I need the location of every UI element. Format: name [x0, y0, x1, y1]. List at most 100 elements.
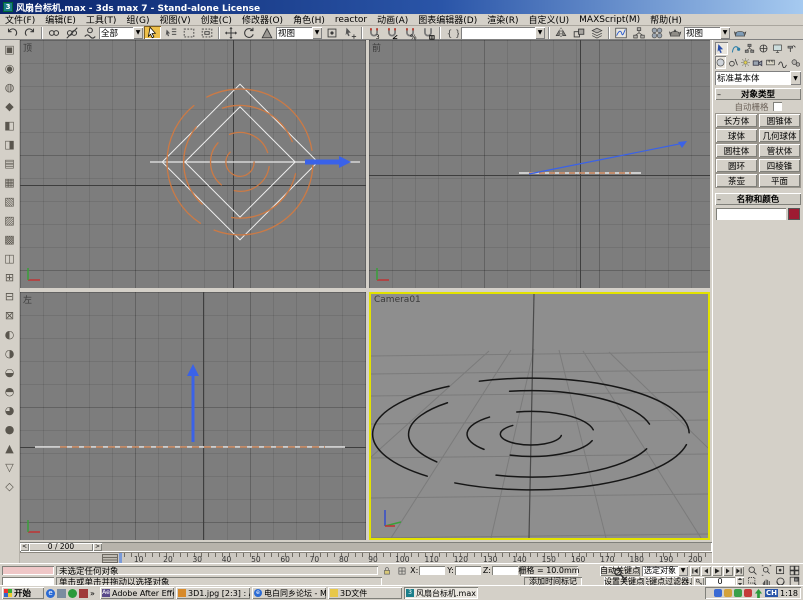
dropdown-arrow-icon[interactable]: ▼ [312, 27, 322, 39]
snap-toggle-3d-icon[interactable]: 3 [365, 26, 382, 39]
left-toolbar-icon[interactable]: ● [2, 422, 17, 437]
previous-frame-icon[interactable] [701, 566, 711, 576]
left-toolbar-icon[interactable]: ▨ [2, 213, 17, 228]
object-color-swatch[interactable] [788, 208, 800, 220]
left-toolbar-icon[interactable]: ◍ [2, 80, 17, 95]
layer-manager-icon[interactable] [588, 26, 605, 39]
spinner-snap-icon[interactable] [419, 26, 436, 39]
tab-create[interactable] [715, 42, 728, 55]
tube-button[interactable]: 管状体 [759, 144, 800, 157]
primitive-category-dropdown[interactable]: 标准基本体 ▼ [715, 71, 801, 85]
top-view-scene[interactable] [20, 40, 366, 288]
task-folder-3d[interactable]: 3D文件 [328, 587, 402, 599]
menu-item-animation[interactable]: 动画(A) [372, 13, 413, 26]
left-toolbar-icon[interactable]: ◕ [2, 403, 17, 418]
ime-indicator[interactable]: CH [765, 589, 778, 597]
task-ie-forum[interactable]: e电白同乡论坛 - Microsof... [252, 587, 326, 599]
collapse-icon[interactable]: – [717, 90, 721, 99]
ie-quicklaunch-icon[interactable]: e [46, 589, 55, 598]
zoom-extents-icon[interactable] [774, 566, 787, 576]
dropdown-arrow-icon[interactable]: ▼ [678, 566, 688, 576]
previous-frame-icon[interactable]: < [20, 543, 29, 551]
viewport-left[interactable]: 左 [20, 292, 366, 540]
window-crossing-icon[interactable] [198, 26, 215, 39]
absolute-offset-toggle-icon[interactable] [395, 566, 408, 576]
left-toolbar-icon[interactable]: ◒ [2, 365, 17, 380]
menu-item-views[interactable]: 视图(V) [154, 13, 195, 26]
next-frame-icon[interactable] [723, 566, 733, 576]
viewport-label-left[interactable]: 左 [23, 293, 32, 306]
select-and-scale-icon[interactable] [258, 26, 275, 39]
quicklaunch-icon[interactable] [79, 589, 88, 598]
dropdown-arrow-icon[interactable]: ▼ [720, 27, 730, 39]
select-and-manipulate-icon[interactable] [341, 26, 358, 39]
viewport-camera[interactable]: Camera01 [369, 292, 710, 540]
left-toolbar-icon[interactable]: ▧ [2, 194, 17, 209]
left-toolbar-icon[interactable]: ◇ [2, 479, 17, 494]
select-and-link-icon[interactable] [45, 26, 62, 39]
tab-utilities[interactable] [785, 42, 798, 55]
viewport-label-front[interactable]: 前 [372, 41, 381, 54]
zoom-all-icon[interactable] [760, 566, 773, 576]
menu-item-group[interactable]: 组(G) [121, 13, 154, 26]
select-object-icon[interactable] [144, 26, 161, 39]
viewport-label-top[interactable]: 顶 [23, 41, 32, 54]
unlink-selection-icon[interactable] [63, 26, 80, 39]
zoom-extents-all-icon[interactable] [788, 566, 801, 576]
left-toolbar-icon[interactable]: ▩ [2, 232, 17, 247]
y-field[interactable] [455, 566, 481, 575]
menu-item-maxscript[interactable]: MAXScript(M) [574, 15, 645, 25]
bind-to-space-warp-icon[interactable] [81, 26, 98, 39]
material-editor-icon[interactable] [648, 26, 665, 39]
name-color-rollout-header[interactable]: –名称和颜色 [715, 193, 801, 205]
show-desktop-icon[interactable] [57, 589, 66, 598]
mini-curve-editor-icon[interactable] [102, 554, 118, 563]
time-slider[interactable]: < 0 / 200 > [20, 542, 712, 552]
left-toolbar-icon[interactable]: ⊞ [2, 270, 17, 285]
collapse-icon[interactable]: – [717, 195, 721, 204]
camera-line[interactable] [529, 143, 684, 174]
menu-item-help[interactable]: 帮助(H) [645, 13, 687, 26]
tab-modify[interactable] [729, 42, 742, 55]
select-and-move-icon[interactable] [222, 26, 239, 39]
clock[interactable]: 1:18 [780, 589, 798, 598]
camera-view-scene[interactable] [371, 294, 708, 538]
render-scene-icon[interactable] [666, 26, 683, 39]
rectangular-selection-region-icon[interactable] [180, 26, 197, 39]
use-pivot-center-icon[interactable] [323, 26, 340, 39]
torus-button[interactable]: 圆环 [716, 159, 757, 172]
render-type-dropdown[interactable]: 视图▼ [684, 27, 730, 39]
menu-item-edit[interactable]: 编辑(E) [40, 13, 81, 26]
left-toolbar-icon[interactable]: ▲ [2, 441, 17, 456]
menu-item-create[interactable]: 创建(C) [196, 13, 237, 26]
box-button[interactable]: 长方体 [716, 114, 757, 127]
quick-render-icon[interactable] [731, 26, 748, 39]
menu-item-rendering[interactable]: 渲染(R) [482, 13, 523, 26]
schematic-view-icon[interactable] [630, 26, 647, 39]
left-toolbar-icon[interactable]: ◆ [2, 99, 17, 114]
track-bar[interactable]: 1020304050607080901001101201301401501601… [20, 552, 712, 563]
media-player-icon[interactable] [68, 589, 77, 598]
left-toolbar-icon[interactable]: ◐ [2, 327, 17, 342]
left-toolbar-icon[interactable]: ▤ [2, 156, 17, 171]
left-toolbar-icon[interactable]: ◫ [2, 251, 17, 266]
selection-set-dropdown[interactable]: 选定对象▼ [642, 566, 688, 576]
plane-button[interactable]: 平面 [759, 174, 800, 187]
maxscript-listener-pink[interactable] [2, 566, 54, 575]
set-key-icon[interactable] [612, 566, 630, 584]
percent-snap-icon[interactable]: % [401, 26, 418, 39]
time-slider-handle[interactable]: 0 / 200 [29, 543, 93, 551]
left-view-scene[interactable] [20, 292, 366, 540]
curve-editor-icon[interactable] [612, 26, 629, 39]
left-toolbar-icon[interactable]: ◧ [2, 118, 17, 133]
dropdown-arrow-icon[interactable]: ▼ [133, 27, 143, 39]
sphere-button[interactable]: 球体 [716, 129, 757, 142]
left-toolbar-icon[interactable]: ⊠ [2, 308, 17, 323]
select-and-rotate-icon[interactable] [240, 26, 257, 39]
next-frame-icon[interactable]: > [93, 543, 102, 551]
dropdown-arrow-icon[interactable]: ▼ [790, 71, 801, 85]
dropdown-arrow-icon[interactable]: ▼ [535, 27, 545, 39]
x-field[interactable] [419, 566, 445, 575]
reference-coordinate-dropdown[interactable]: 视图▼ [276, 27, 322, 39]
cylinder-button[interactable]: 圆柱体 [716, 144, 757, 157]
